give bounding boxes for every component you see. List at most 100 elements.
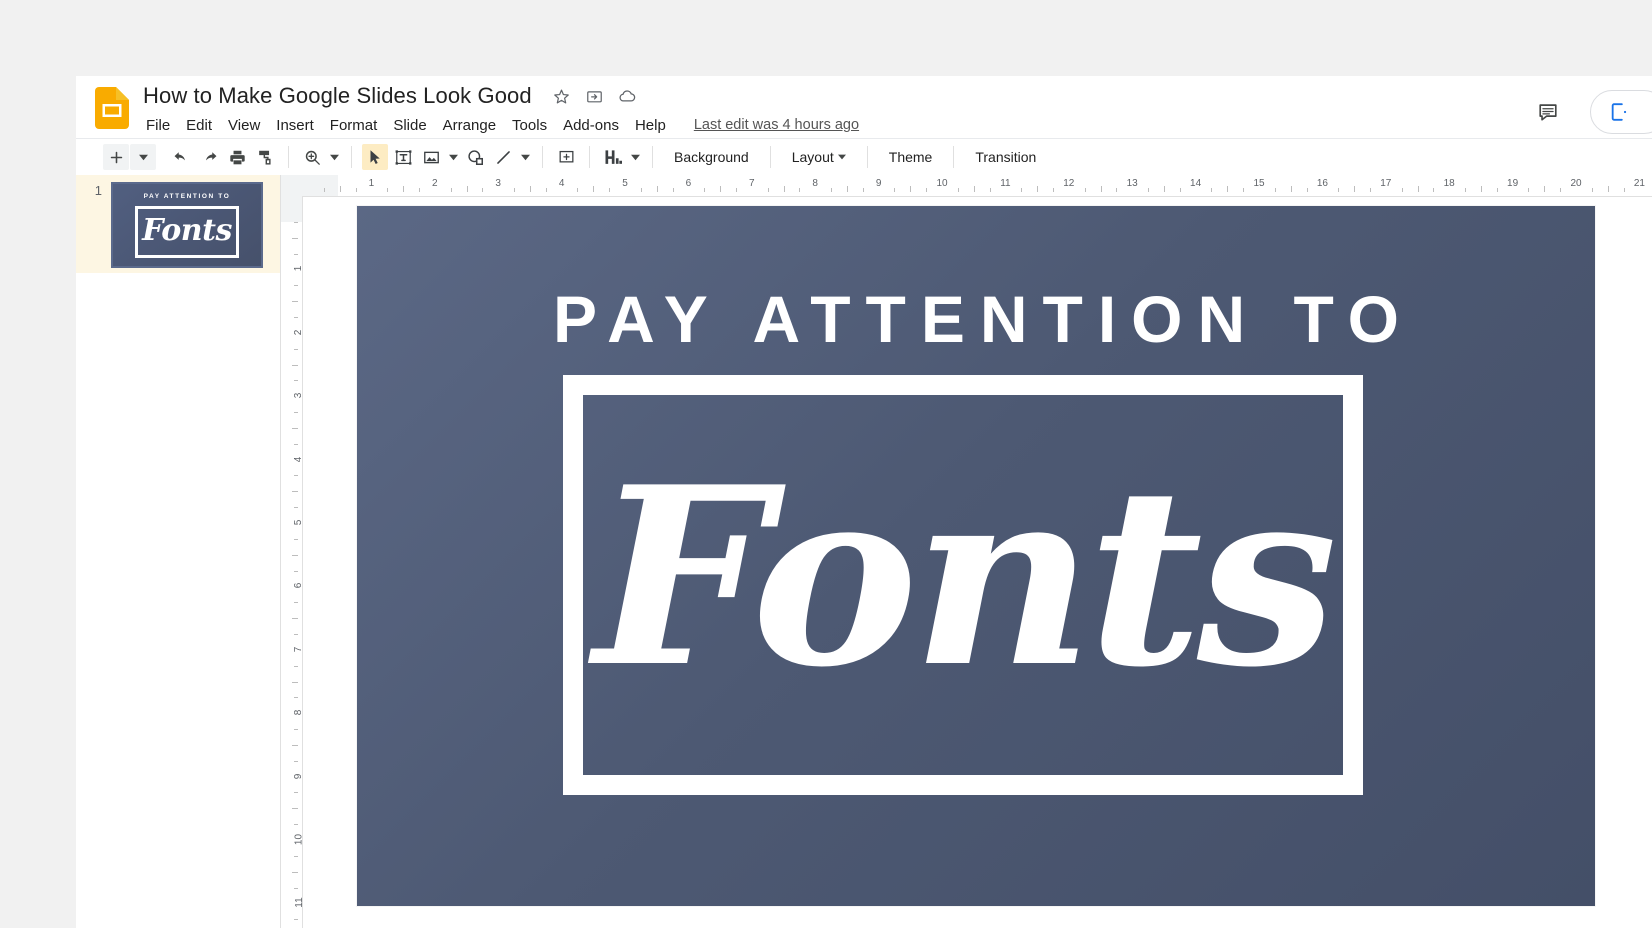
paint-format-button[interactable] — [252, 144, 278, 170]
redo-button[interactable] — [196, 144, 222, 170]
zoom-button[interactable] — [299, 144, 325, 170]
ruler-tick — [720, 186, 721, 192]
ruler-tick — [1227, 186, 1228, 192]
theme-button[interactable]: Theme — [877, 145, 945, 169]
toolbar-divider-4 — [589, 146, 590, 168]
slide-white-frame[interactable]: Fonts — [563, 375, 1363, 795]
menu-edit[interactable]: Edit — [178, 115, 220, 136]
move-to-folder-icon[interactable] — [585, 87, 604, 106]
ruler-tick — [1307, 188, 1308, 192]
menu-help[interactable]: Help — [627, 115, 674, 136]
slide-title-text[interactable]: PAY ATTENTION TO — [357, 286, 1595, 352]
menu-file[interactable]: File — [143, 115, 178, 136]
title-bar-actions — [1534, 90, 1652, 134]
ruler-tick — [1053, 188, 1054, 192]
slide-script-text[interactable]: Fonts — [594, 455, 1332, 700]
transition-button[interactable]: Transition — [963, 145, 1048, 169]
toolbar-divider-7 — [867, 146, 868, 168]
slide-number: 1 — [76, 182, 102, 198]
menu-add-ons[interactable]: Add-ons — [555, 115, 627, 136]
ruler-tick — [1021, 188, 1022, 192]
toolbar-divider-8 — [953, 146, 954, 168]
ruler-tick — [1338, 188, 1339, 192]
ruler-tick — [1608, 186, 1609, 192]
ruler-tick-vertical — [294, 919, 298, 920]
text-layout-icon[interactable] — [600, 144, 626, 170]
ruler-tick — [641, 188, 642, 192]
print-button[interactable] — [224, 144, 250, 170]
line-button[interactable] — [490, 144, 516, 170]
slide-thumbnail[interactable]: PAY ATTENTION TO Fonts — [111, 182, 263, 268]
ruler-label-vertical: 8 — [294, 710, 304, 716]
menu-view[interactable]: View — [220, 115, 268, 136]
ruler-label: 4 — [559, 178, 565, 189]
add-comment-icon[interactable] — [553, 144, 579, 170]
image-dropdown[interactable] — [445, 144, 461, 170]
menu-arrange[interactable]: Arrange — [435, 115, 504, 136]
ruler-tick-vertical — [294, 412, 298, 413]
ruler-tick — [974, 186, 975, 192]
ruler-label: 16 — [1317, 178, 1328, 189]
filmstrip-slide-1[interactable]: 1 PAY ATTENTION TO Fonts — [76, 175, 280, 273]
slide-canvas[interactable]: PAY ATTENTION TO Fonts — [357, 206, 1595, 906]
page-title[interactable]: How to Make Google Slides Look Good — [143, 83, 532, 109]
ruler-label: 15 — [1253, 178, 1264, 189]
menu-tools[interactable]: Tools — [504, 115, 555, 136]
ruler-tick-vertical — [294, 856, 298, 857]
comment-icon[interactable] — [1534, 98, 1562, 126]
ruler-tick-vertical — [292, 301, 298, 302]
select-tool-button[interactable] — [362, 144, 388, 170]
ruler-tick-vertical — [292, 491, 298, 492]
slide-filmstrip[interactable]: 1 PAY ATTENTION TO Fonts — [76, 175, 281, 928]
shape-button[interactable] — [462, 144, 488, 170]
ruler-tick-vertical — [294, 285, 298, 286]
text-layout-dropdown[interactable] — [627, 144, 643, 170]
ruler-label-vertical: 4 — [294, 456, 304, 462]
last-edit-status[interactable]: Last edit was 4 hours ago — [694, 117, 859, 133]
ruler-label: 11 — [1000, 178, 1010, 189]
present-button[interactable] — [1590, 90, 1652, 134]
ruler-tick — [1243, 188, 1244, 192]
ruler-label-vertical: 7 — [294, 647, 304, 653]
menu-insert[interactable]: Insert — [268, 115, 322, 136]
new-slide-button[interactable] — [103, 144, 129, 170]
ruler-tick-vertical — [294, 222, 298, 223]
ruler-tick — [1465, 188, 1466, 192]
slides-logo-icon[interactable] — [95, 87, 129, 129]
menu-slide[interactable]: Slide — [385, 115, 434, 136]
layout-button[interactable]: Layout — [780, 145, 858, 169]
document-title-row: How to Make Google Slides Look Good — [143, 81, 859, 111]
ruler-label-vertical: 2 — [294, 330, 304, 336]
cloud-saved-icon[interactable] — [618, 87, 637, 106]
horizontal-ruler[interactable]: 123456789101112131415161718192021 — [281, 175, 1652, 197]
ruler-tick — [1418, 186, 1419, 192]
zoom-dropdown[interactable] — [326, 144, 342, 170]
ruler-tick — [1275, 188, 1276, 192]
line-dropdown[interactable] — [517, 144, 533, 170]
horizontal-ruler-ticks: 123456789101112131415161718192021 — [281, 175, 1652, 196]
ruler-margin-shade — [281, 175, 338, 196]
vertical-ruler[interactable]: 1234567891011 — [281, 196, 303, 928]
ruler-tick — [1180, 188, 1181, 192]
toolbar-divider-6 — [770, 146, 771, 168]
ruler-tick — [831, 188, 832, 192]
background-button[interactable]: Background — [662, 145, 761, 169]
ruler-label: 1 — [369, 178, 375, 189]
canvas-area[interactable]: PAY ATTENTION TO Fonts — [303, 197, 1652, 928]
ruler-tick — [1402, 188, 1403, 192]
star-icon[interactable] — [552, 87, 571, 106]
ruler-tick — [387, 188, 388, 192]
ruler-tick — [577, 188, 578, 192]
ruler-label-vertical: 1 — [294, 266, 304, 272]
google-slides-window: How to Make Google Slides Look Good — [76, 76, 1652, 928]
toolbar-divider-2 — [351, 146, 352, 168]
ruler-tick-vertical — [294, 254, 298, 255]
menu-format[interactable]: Format — [322, 115, 386, 136]
new-slide-dropdown[interactable] — [130, 144, 156, 170]
text-box-button[interactable] — [390, 144, 416, 170]
ruler-tick — [1481, 186, 1482, 192]
undo-button[interactable] — [168, 144, 194, 170]
ruler-tick — [926, 188, 927, 192]
ruler-tick — [609, 188, 610, 192]
image-button[interactable] — [418, 144, 444, 170]
